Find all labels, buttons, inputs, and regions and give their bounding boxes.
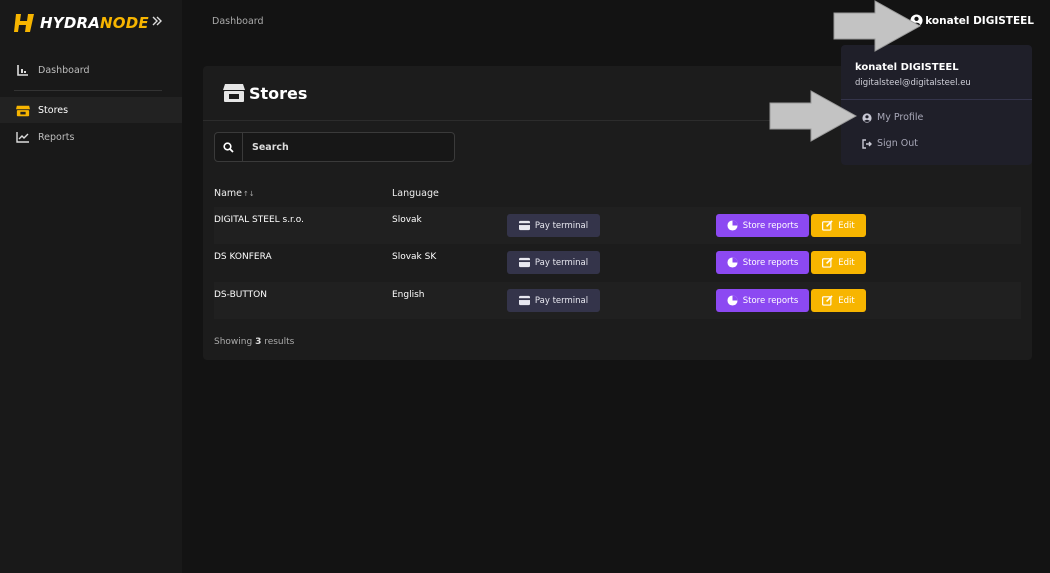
search-input[interactable] [243, 133, 454, 161]
edit-button[interactable]: Edit [811, 289, 866, 312]
search-box [214, 132, 455, 162]
sign-out-icon [862, 138, 872, 149]
brand-logo[interactable]: HYDRANODE [14, 12, 149, 34]
page-title: Stores [223, 83, 307, 103]
chevron-double-right-icon[interactable] [150, 14, 164, 28]
table-row: DIGITAL STEEL s.r.o. Slovak Pay terminal… [214, 207, 1021, 244]
store-reports-button[interactable]: Store reports [716, 214, 809, 237]
store-icon [223, 84, 245, 102]
dropdown-user-email: digitalsteel@digitalsteel.eu [855, 78, 971, 88]
store-name: DIGITAL STEEL s.r.o. [214, 215, 304, 225]
brand-name: HYDRANODE [40, 14, 149, 32]
sort-icon[interactable]: ↑↓ [243, 190, 255, 198]
dropdown-divider [841, 99, 1032, 100]
credit-card-icon [518, 220, 530, 231]
dropdown-user-name: konatel DIGISTEEL [855, 62, 959, 73]
table-row: DS KONFERA Slovak SK Pay terminal Store … [214, 244, 1021, 281]
dashboard-icon [16, 63, 30, 77]
edit-button[interactable]: Edit [811, 214, 866, 237]
store-icon [16, 103, 30, 117]
search-icon[interactable] [215, 133, 243, 161]
user-menu-toggle[interactable]: konatel DIGISTEEL [910, 14, 1034, 27]
sidebar-item-stores[interactable]: Stores [0, 97, 182, 123]
pay-terminal-button[interactable]: Pay terminal [507, 251, 600, 274]
table-row: DS-BUTTON English Pay terminal Store rep… [214, 282, 1021, 319]
sidebar-divider [14, 90, 162, 91]
annotation-arrow-icon [833, 0, 921, 52]
results-count: Showing 3 results [214, 337, 295, 347]
credit-card-icon [518, 295, 530, 306]
column-header-language: Language [392, 188, 439, 199]
pay-terminal-button[interactable]: Pay terminal [507, 214, 600, 237]
pie-chart-icon [727, 220, 738, 231]
user-name: konatel DIGISTEEL [925, 14, 1034, 27]
sidebar-item-reports[interactable]: Reports [0, 124, 182, 150]
annotation-arrow-icon [769, 90, 857, 142]
store-name: DS-BUTTON [214, 290, 267, 300]
edit-icon [822, 257, 833, 268]
store-language: English [392, 290, 425, 300]
sidebar-item-label: Reports [38, 131, 75, 143]
user-dropdown: konatel DIGISTEEL digitalsteel@digitalst… [841, 45, 1032, 165]
store-reports-button[interactable]: Store reports [716, 251, 809, 274]
edit-icon [822, 220, 833, 231]
pay-terminal-button[interactable]: Pay terminal [507, 289, 600, 312]
sidebar-item-label: Stores [38, 104, 69, 116]
user-circle-icon [862, 112, 872, 123]
sidebar-item-dashboard[interactable]: Dashboard [0, 57, 182, 83]
chart-line-icon [16, 130, 30, 144]
breadcrumb[interactable]: Dashboard [212, 16, 264, 27]
credit-card-icon [518, 257, 530, 268]
pie-chart-icon [727, 257, 738, 268]
store-language: Slovak [392, 215, 422, 225]
store-reports-button[interactable]: Store reports [716, 289, 809, 312]
hydranode-logo-icon [14, 14, 34, 32]
store-language: Slovak SK [392, 252, 437, 262]
pie-chart-icon [727, 295, 738, 306]
sidebar-item-label: Dashboard [38, 64, 90, 76]
edit-button[interactable]: Edit [811, 251, 866, 274]
column-header-name[interactable]: Name↑↓ [214, 188, 255, 199]
sidebar: HYDRANODE Dashboard Stores Reports [0, 0, 182, 573]
menu-item-sign-out[interactable]: Sign Out [862, 138, 918, 149]
menu-item-my-profile[interactable]: My Profile [862, 112, 923, 123]
store-name: DS KONFERA [214, 252, 272, 262]
edit-icon [822, 295, 833, 306]
